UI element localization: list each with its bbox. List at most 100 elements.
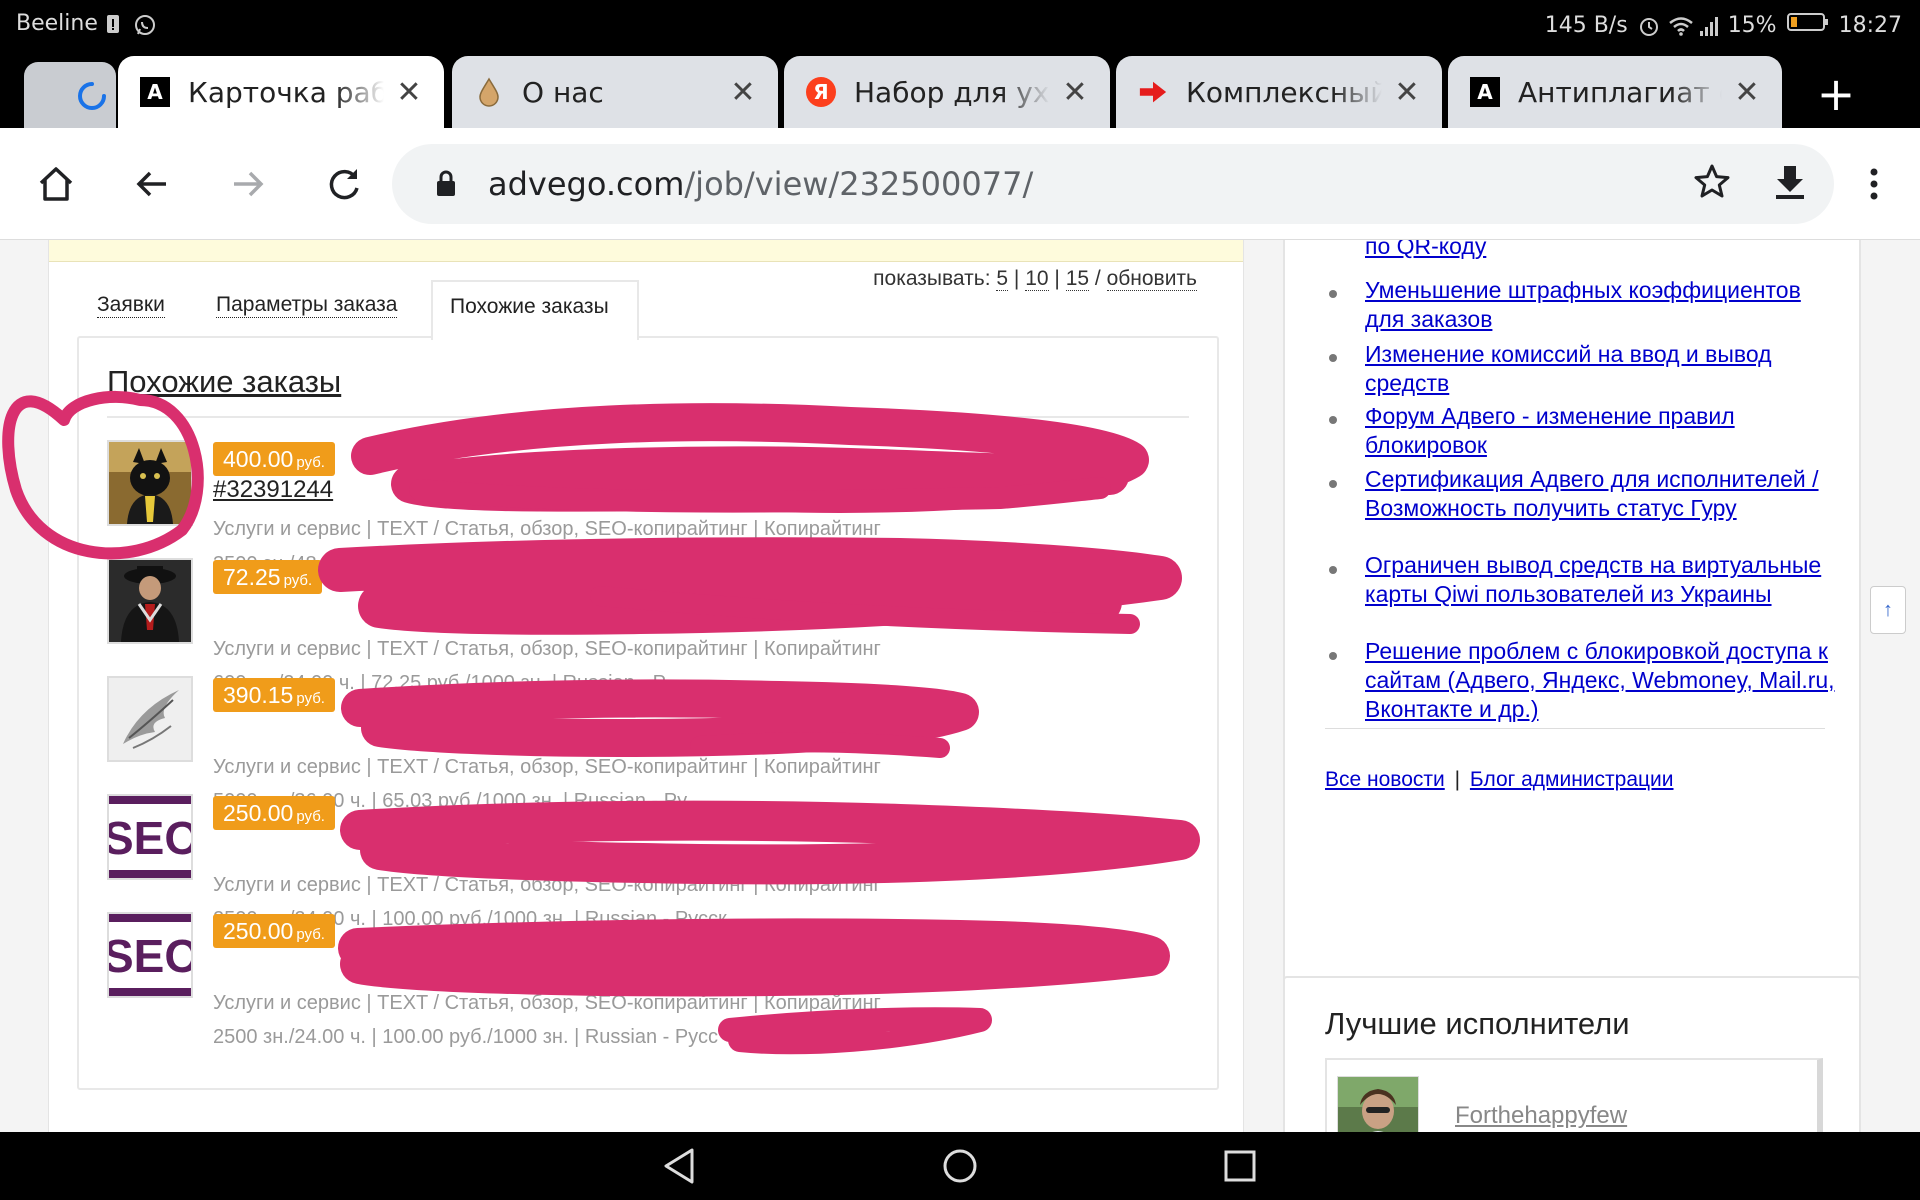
order-category: Услуги и сервис | TEXT / Статья, обзор, … (213, 992, 881, 1014)
order-category: Услуги и сервис | TEXT / Статья, обзор, … (213, 874, 881, 896)
tab-bids[interactable]: Заявки (97, 293, 165, 318)
address-bar[interactable]: advego.com/job/view/232500077/ (392, 144, 1834, 224)
show-label: показывать: (873, 267, 991, 290)
news-link[interactable]: Изменение комиссий на ввод и вывод средс… (1365, 340, 1835, 398)
show-5-link[interactable]: 5 (996, 267, 1009, 291)
lock-icon (434, 168, 458, 203)
bullet (1329, 480, 1337, 488)
carrier-label: Beeline (16, 11, 98, 36)
forward-button[interactable] (220, 156, 276, 212)
all-news-link[interactable]: Все новости (1325, 768, 1445, 791)
bullet (1329, 652, 1337, 660)
page-content: показывать: 5 | 10 | 15 / обновить Заявк… (0, 240, 1920, 1132)
battery-percent: 15% (1727, 12, 1777, 38)
section-title: Похожие заказы (107, 364, 342, 399)
avatar[interactable] (107, 676, 193, 762)
nav-home-icon[interactable] (936, 1142, 984, 1190)
avatar[interactable]: SEOA (107, 794, 193, 880)
news-link[interactable]: Форум Адвего - изменение правил блокиров… (1365, 402, 1835, 460)
tab-title: Карточка работ (188, 75, 384, 109)
price-badge: 250.00 руб. (213, 914, 335, 948)
back-button[interactable] (124, 156, 180, 212)
network-speed: 145 B/s (1544, 12, 1628, 38)
tab-strip: A Карточка работ ✕ О нас ✕ Я Набор для у… (0, 48, 1920, 128)
refresh-link[interactable]: обновить (1106, 267, 1197, 291)
bullet (1329, 354, 1337, 362)
advego-favicon-icon: A (1470, 77, 1500, 107)
reload-button[interactable] (316, 156, 372, 212)
url-path: /job/view/232500077/ (684, 165, 1034, 203)
divider (107, 416, 1189, 418)
signal-icon (1698, 15, 1718, 36)
news-link[interactable]: Сертификация Адвего для исполнителей / В… (1365, 465, 1835, 523)
url-text: advego.com/job/view/232500077/ (488, 165, 1033, 203)
loading-spinner-icon (24, 62, 116, 128)
price-badge: 400.00 руб. (213, 442, 335, 476)
download-icon[interactable] (1770, 162, 1810, 207)
order-details: 2500 зн./24.00 ч. | 100.00 руб./1000 зн.… (213, 1026, 718, 1048)
price-badge: 250.00 руб. (213, 796, 335, 830)
tab-order-params[interactable]: Параметры заказа (216, 293, 398, 318)
news-link[interactable]: Решение проблем с блокировкой доступа к … (1365, 637, 1835, 724)
order-number-link[interactable]: #32391244 (213, 476, 333, 504)
bookmark-star-icon[interactable] (1692, 162, 1732, 207)
tab-close-icon[interactable]: ✕ (728, 75, 758, 110)
show-10-link[interactable]: 10 (1025, 267, 1049, 291)
bullet (1329, 290, 1337, 298)
nav-recents-icon[interactable] (1216, 1142, 1264, 1190)
browser-toolbar: advego.com/job/view/232500077/ (0, 128, 1920, 240)
home-button[interactable] (28, 156, 84, 212)
admin-blog-link[interactable]: Блог администрации (1470, 768, 1674, 791)
drop-favicon-icon (474, 77, 504, 107)
tab-active[interactable]: A Карточка работ ✕ (118, 56, 444, 128)
bullet (1329, 566, 1337, 574)
tab-similar-orders[interactable]: Похожие заказы (431, 280, 639, 340)
tab-close-icon[interactable]: ✕ (1060, 75, 1090, 110)
separator: | (1454, 768, 1461, 791)
show-count-controls: показывать: 5 | 10 | 15 / обновить (873, 267, 1197, 291)
avatar[interactable] (107, 558, 193, 644)
news-link[interactable]: по QR-коду (1365, 240, 1835, 261)
nav-back-icon[interactable] (656, 1142, 704, 1190)
clock: 18:27 (1838, 12, 1902, 38)
tab-title: О нас (522, 75, 604, 109)
price-badge: 72.25 руб. (213, 560, 323, 594)
avatar[interactable] (1337, 1076, 1419, 1132)
svg-text:SEOA: SEOA (109, 812, 191, 864)
new-tab-button[interactable]: + (1808, 66, 1864, 122)
tab-complex[interactable]: Комплексный у ✕ (1116, 56, 1442, 128)
divider (1325, 728, 1825, 729)
performer-name-link[interactable]: Forthehappyfew (1455, 1102, 1627, 1130)
scroll-to-top-button[interactable]: ↑ (1870, 586, 1906, 634)
main-column: показывать: 5 | 10 | 15 / обновить Заявк… (48, 240, 1244, 1132)
avatar[interactable] (107, 440, 193, 526)
alarm-icon (1638, 15, 1658, 36)
price-badge: 390.15 руб. (213, 678, 335, 712)
menu-button[interactable] (1846, 156, 1902, 212)
advego-favicon-icon: A (140, 77, 170, 107)
news-link[interactable]: Ограничен вывод средств на виртуальные к… (1365, 551, 1835, 609)
avatar[interactable]: SEOA (107, 912, 193, 998)
tab-about[interactable]: О нас ✕ (452, 56, 778, 128)
tab-title: Набор для уход (854, 75, 1050, 109)
tab-antiplagiat[interactable]: A Антиплагиат он ✕ (1448, 56, 1782, 128)
yandex-favicon-icon: Я (806, 77, 836, 107)
red-arrow-favicon-icon (1138, 77, 1168, 107)
battery-icon (1786, 11, 1829, 39)
bullet (1329, 416, 1337, 424)
news-footer-links: Все новости | Блог администрации (1325, 768, 1674, 792)
tab-title: Комплексный у (1186, 75, 1382, 109)
tab-similar-label: Похожие заказы (450, 295, 609, 318)
tab-close-icon[interactable]: ✕ (1732, 75, 1762, 110)
news-link[interactable]: Уменьшение штрафных коэффициентов для за… (1365, 276, 1835, 334)
tab-care-set[interactable]: Я Набор для уход ✕ (784, 56, 1110, 128)
order-category: Услуги и сервис | TEXT / Статья, обзор, … (213, 756, 881, 778)
show-15-link[interactable]: 15 (1065, 267, 1090, 291)
system-nav-bar (0, 1132, 1920, 1200)
wifi-icon (1668, 15, 1693, 36)
tab-close-icon[interactable]: ✕ (1392, 75, 1422, 110)
tab-close-icon[interactable]: ✕ (394, 75, 424, 110)
whatsapp-icon (134, 14, 155, 35)
order-category: Услуги и сервис | TEXT / Статья, обзор, … (213, 638, 881, 660)
svg-text:SEOA: SEOA (109, 930, 191, 982)
